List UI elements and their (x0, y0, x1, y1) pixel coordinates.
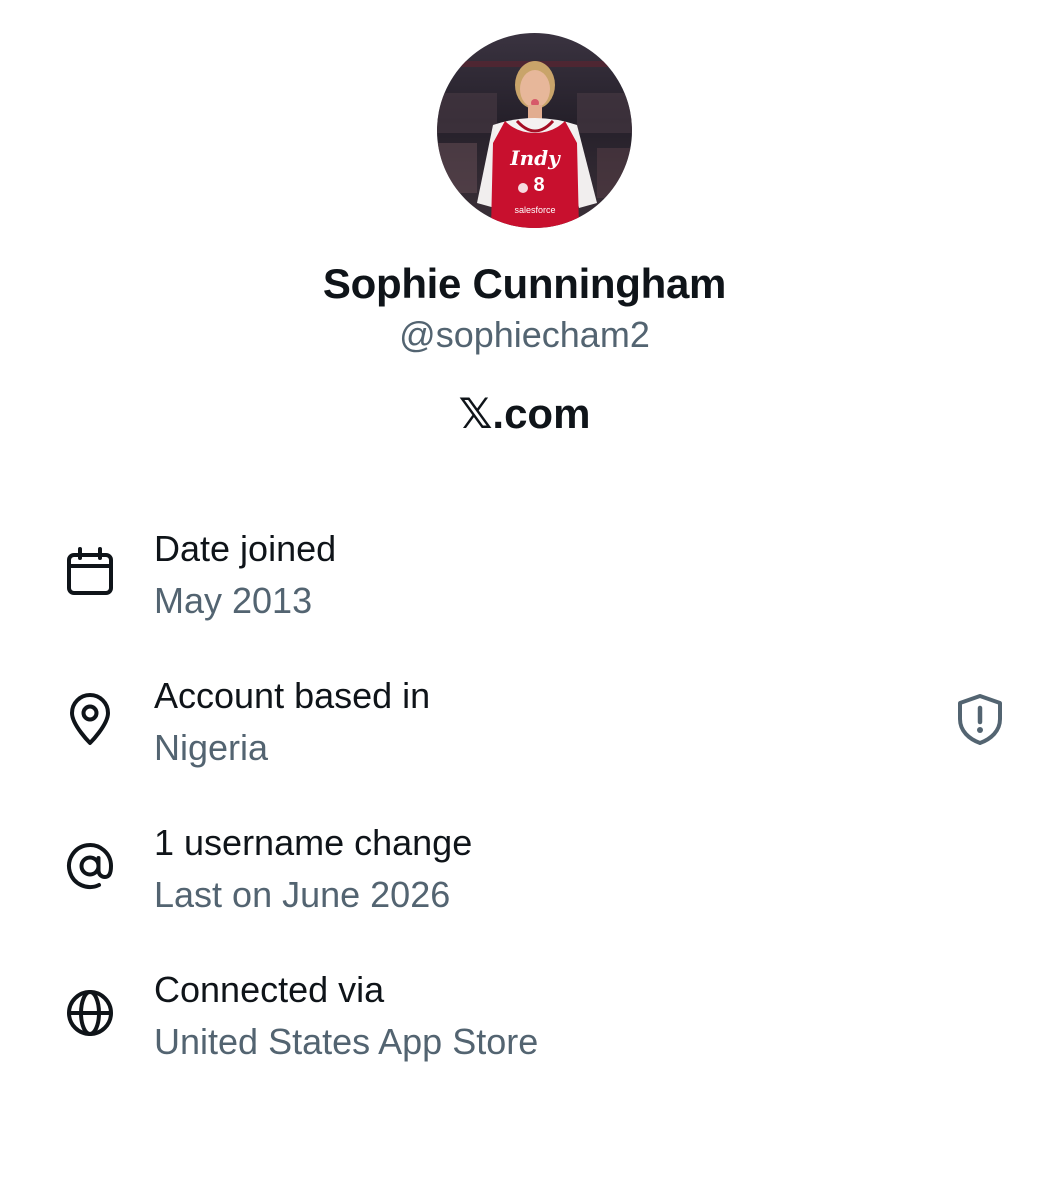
account-based-label: Account based in (154, 675, 431, 716)
username-change-value: Last on June 2026 (154, 874, 451, 915)
connected-via-value: United States App Store (154, 1021, 539, 1062)
username-change-label: 1 username change (154, 822, 473, 863)
globe-icon (67, 990, 113, 1036)
info-row-username-change: 1 username change Last on June 2026 (0, 821, 1049, 931)
account-info-list: Date joined May 2013 Account based in Ni… (0, 0, 1049, 1200)
connected-via-label: Connected via (154, 969, 385, 1010)
info-row-connected-via: Connected via United States App Store (0, 968, 1049, 1078)
date-joined-label: Date joined (154, 528, 337, 569)
date-joined-value: May 2013 (154, 580, 313, 621)
account-based-value: Nigeria (154, 727, 269, 768)
info-row-account-based: Account based in Nigeria (0, 674, 1049, 784)
info-row-date-joined: Date joined May 2013 (0, 527, 1049, 637)
at-sign-icon (67, 843, 114, 889)
location-pin-icon (70, 693, 110, 745)
shield-alert-icon[interactable] (952, 691, 1008, 747)
calendar-icon (67, 547, 113, 595)
